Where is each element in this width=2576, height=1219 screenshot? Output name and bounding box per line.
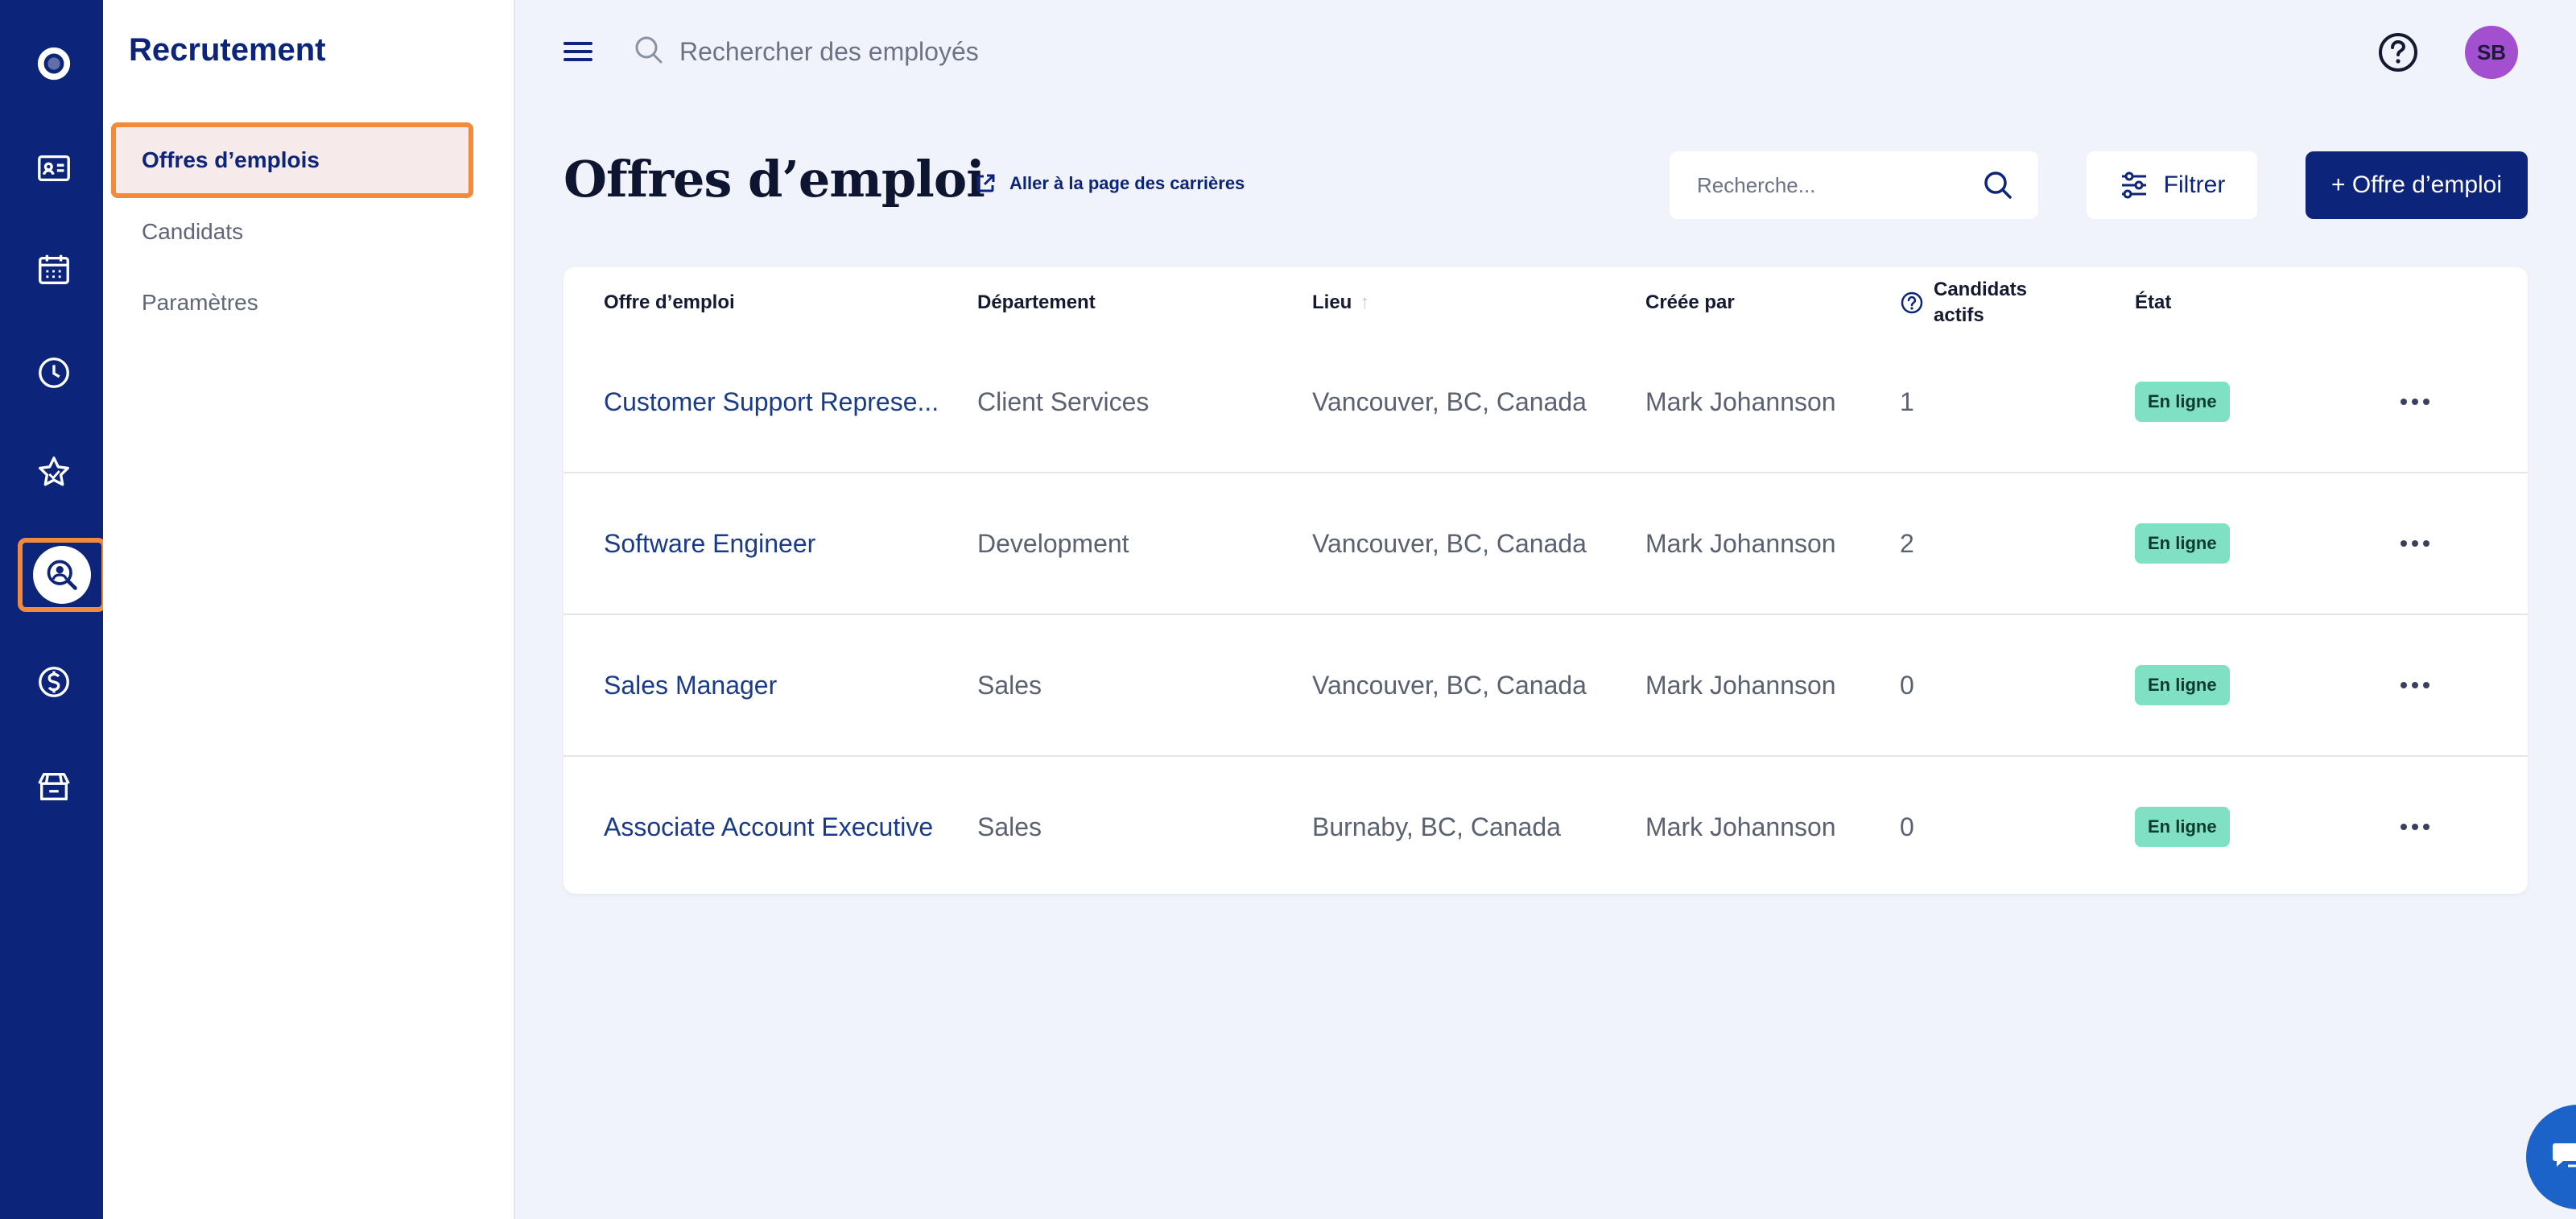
col-header-candidates-line2: actifs [1934, 304, 1984, 326]
job-title-cell[interactable]: Sales Manager [604, 615, 958, 755]
filter-button[interactable]: Filtrer [2087, 151, 2257, 219]
sidebar-item-settings[interactable]: Paramètres [142, 290, 258, 316]
sidebar-item-job-offers[interactable]: Offres d’emplois [111, 122, 473, 198]
location-cell: Vancouver, BC, Canada [1312, 528, 1587, 558]
candidates-count-cell: 0 [1900, 812, 1914, 841]
more-actions-icon[interactable] [2399, 332, 2431, 472]
job-search-input[interactable] [1697, 172, 1982, 198]
candidates-count-cell: 2 [1900, 528, 1914, 558]
status-cell: En ligne [2135, 615, 2230, 755]
col-header-status[interactable]: État [2135, 290, 2171, 316]
recruitment-sidebar: Recrutement Offres d’emplois Candidats P… [103, 0, 515, 1219]
col-header-department[interactable]: Département [977, 290, 1096, 316]
candidates-count-cell: 1 [1900, 386, 1914, 416]
department-cell: Client Services [977, 386, 1150, 416]
status-badge: En ligne [2135, 523, 2230, 564]
table-row[interactable]: Associate Account Executive Sales Burnab… [564, 757, 2528, 897]
job-title-cell[interactable]: Associate Account Executive [604, 757, 958, 897]
status-cell: En ligne [2135, 757, 2230, 897]
calendar-icon[interactable] [21, 237, 87, 303]
status-badge: En ligne [2135, 807, 2230, 847]
status-badge: En ligne [2135, 382, 2230, 422]
recruitment-search-icon[interactable] [18, 538, 106, 612]
created-by-cell: Mark Johannson [1645, 386, 1836, 416]
more-actions-icon[interactable] [2399, 615, 2431, 755]
help-icon[interactable] [2376, 31, 2420, 74]
department-cell: Sales [977, 812, 1042, 841]
help-icon[interactable] [1900, 291, 1924, 315]
table-row[interactable]: Customer Support Represe... Client Servi… [564, 332, 2528, 472]
created-by-cell: Mark Johannson [1645, 528, 1836, 558]
external-link-icon [976, 174, 995, 192]
department-cell: Sales [977, 670, 1042, 700]
sidebar-item-candidates[interactable]: Candidats [142, 219, 243, 245]
performance-star-icon[interactable] [21, 440, 87, 506]
sort-arrow-icon: ↑ [1360, 291, 1370, 313]
col-header-candidates-line1: Candidats [1934, 279, 2028, 300]
job-search-box [1670, 151, 2038, 219]
home-icon[interactable] [21, 31, 87, 97]
time-icon[interactable] [21, 340, 87, 406]
sidebar-title: Recrutement [129, 32, 326, 68]
status-badge: En ligne [2135, 665, 2230, 705]
careers-link-label: Aller à la page des carrières [1009, 173, 1245, 193]
status-cell: En ligne [2135, 332, 2230, 472]
employee-search-input[interactable] [679, 29, 1243, 74]
search-icon [635, 36, 663, 64]
col-header-created-by[interactable]: Créée par [1645, 290, 1735, 316]
department-cell: Development [977, 528, 1129, 558]
created-by-cell: Mark Johannson [1645, 812, 1836, 841]
job-title-cell[interactable]: Customer Support Represe... [604, 332, 958, 472]
app-rail [0, 0, 106, 1219]
employee-directory-icon[interactable] [21, 135, 87, 201]
sliders-icon [2121, 171, 2146, 199]
job-title-cell[interactable]: Software Engineer [604, 473, 958, 614]
payroll-dollar-icon[interactable] [21, 649, 87, 715]
benefits-box-icon[interactable] [21, 754, 87, 820]
avatar[interactable]: SB [2465, 26, 2518, 79]
status-cell: En ligne [2135, 473, 2230, 614]
created-by-cell: Mark Johannson [1645, 670, 1836, 700]
col-header-job[interactable]: Offre d’emploi [604, 290, 735, 316]
filter-label: Filtrer [2163, 171, 2226, 198]
table-row[interactable]: Software Engineer Development Vancouver,… [564, 473, 2528, 614]
recruitment-icon-bubble [33, 546, 91, 604]
chat-bubble-icon [2553, 1143, 2576, 1167]
menu-icon[interactable] [562, 39, 594, 64]
more-actions-icon[interactable] [2399, 757, 2431, 897]
table-row[interactable]: Sales Manager Sales Vancouver, BC, Canad… [564, 615, 2528, 755]
col-header-active-candidates[interactable]: Candidats actifs [1900, 277, 2027, 329]
add-job-offer-button[interactable]: + Offre d’emploi [2306, 151, 2528, 219]
search-icon[interactable] [1982, 169, 2014, 201]
chat-launcher-button[interactable] [2526, 1105, 2576, 1209]
location-cell: Vancouver, BC, Canada [1312, 386, 1587, 416]
col-header-location[interactable]: Lieu ↑ [1312, 290, 1369, 316]
careers-page-link[interactable]: Aller à la page des carrières [974, 172, 1245, 195]
candidates-count-cell: 0 [1900, 670, 1914, 700]
job-offers-table: Offre d’emploi Département Lieu ↑ Créée p… [564, 267, 2528, 894]
location-cell: Vancouver, BC, Canada [1312, 670, 1587, 700]
page-title: Offres d’emploi [564, 150, 985, 209]
location-cell: Burnaby, BC, Canada [1312, 812, 1561, 841]
col-header-location-label: Lieu [1312, 291, 1352, 313]
more-actions-icon[interactable] [2399, 473, 2431, 614]
